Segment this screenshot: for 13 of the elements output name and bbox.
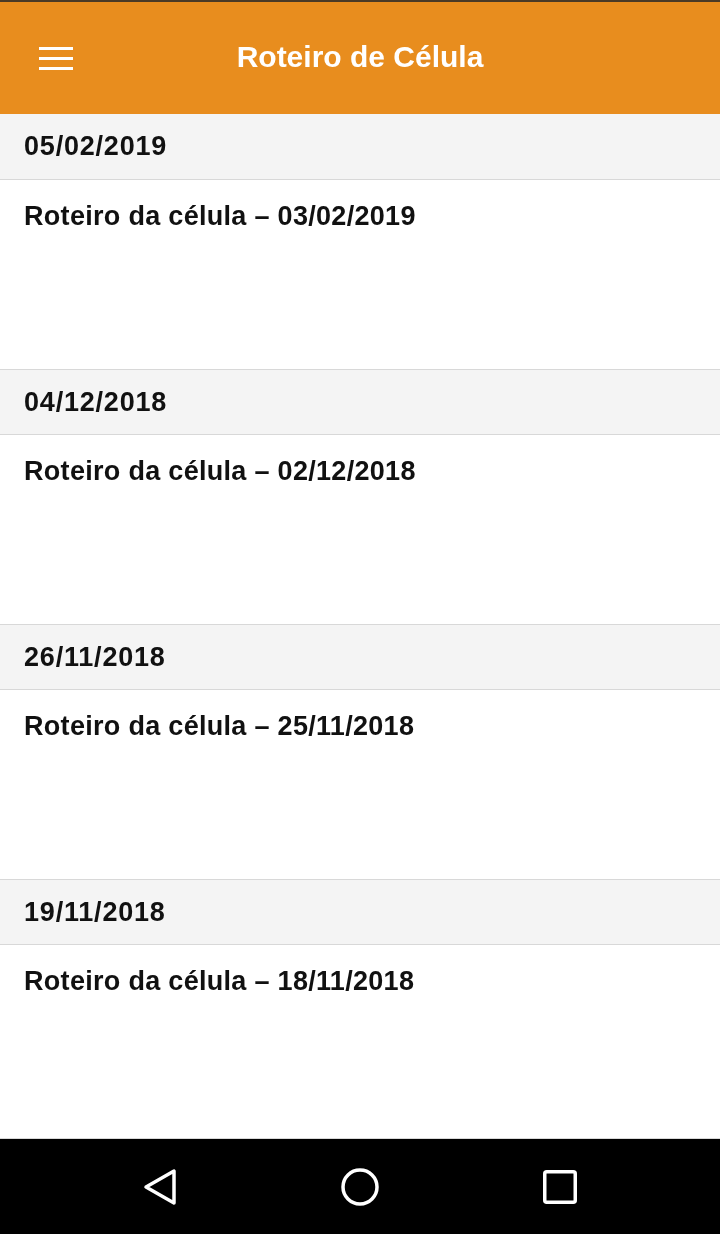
date-header: 19/11/2018 [0, 879, 720, 945]
home-icon [341, 1167, 379, 1206]
item-title: Roteiro da célula – 18/11/2018 [24, 965, 415, 997]
back-icon [143, 1167, 177, 1206]
item-title: Roteiro da célula – 03/02/2019 [24, 200, 416, 232]
app-title: Roteiro de Célula [236, 39, 484, 75]
item-title: Roteiro da célula – 02/12/2018 [24, 455, 416, 487]
menu-icon [39, 46, 73, 70]
date-header: 04/12/2018 [0, 369, 720, 435]
recents-icon [543, 1169, 577, 1204]
date-header: 26/11/2018 [0, 624, 720, 690]
date-header: 05/02/2019 [0, 114, 720, 180]
item-title: Roteiro da célula – 25/11/2018 [24, 710, 415, 742]
